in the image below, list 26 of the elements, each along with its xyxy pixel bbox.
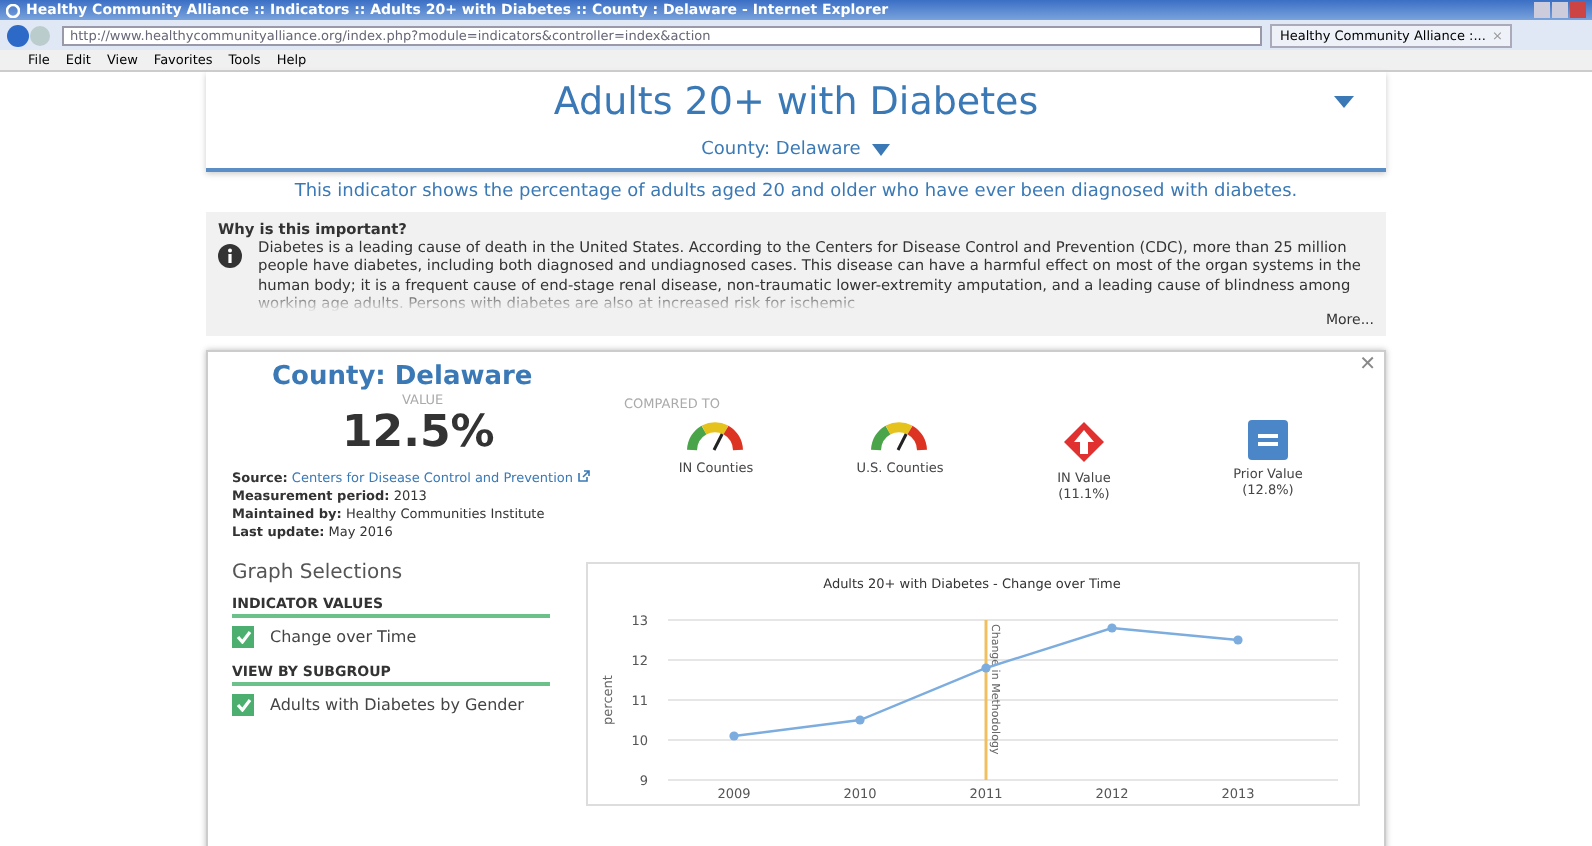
up-arrow-icon bbox=[1062, 420, 1106, 464]
location-selector[interactable]: County: Delaware bbox=[701, 140, 861, 160]
caret-icon[interactable] bbox=[1334, 96, 1354, 108]
caret-icon[interactable] bbox=[872, 144, 891, 156]
window-controls-icon bbox=[1534, 2, 1586, 18]
data-point bbox=[1233, 635, 1243, 645]
section-title: Graph Selections bbox=[232, 562, 405, 584]
data-point bbox=[981, 663, 991, 673]
data-point bbox=[855, 715, 865, 725]
data-point bbox=[729, 731, 739, 741]
external-link-icon[interactable] bbox=[577, 470, 590, 482]
browser-icon bbox=[6, 3, 20, 17]
equals-icon bbox=[1248, 420, 1288, 460]
checkbox[interactable] bbox=[232, 626, 254, 648]
indicator-description: This indicator shows the percentage of adults aged 20 and older who have ever been diagnosed with diabetes. bbox=[292, 182, 1300, 202]
option-label: Adults with Diabetes by Gender bbox=[270, 696, 524, 714]
info-icon bbox=[218, 244, 242, 268]
data-point bbox=[1107, 623, 1117, 633]
gauge-icon bbox=[684, 420, 748, 454]
close-icon[interactable]: ✕ bbox=[1359, 354, 1376, 376]
card-title: County: Delaware bbox=[272, 362, 535, 392]
option-label: Change over Time bbox=[270, 628, 417, 646]
indicator-value: 12.5% bbox=[342, 408, 497, 458]
gauge-icon bbox=[868, 420, 932, 454]
indicator-title: Adults 20+ with Diabetes bbox=[553, 80, 1039, 124]
checkbox[interactable] bbox=[232, 694, 254, 716]
